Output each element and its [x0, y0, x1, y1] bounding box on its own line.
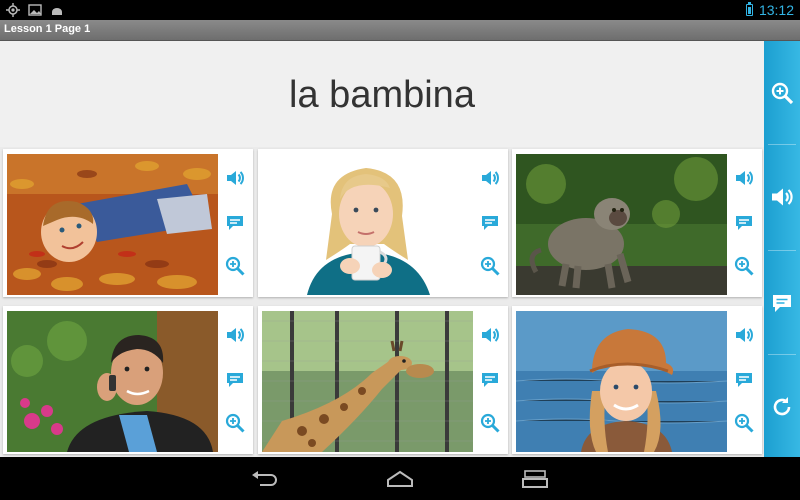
- card-actions: [218, 306, 253, 454]
- zoom-in-icon[interactable]: [479, 255, 501, 277]
- lesson-content: la bambina: [0, 41, 764, 457]
- gps-icon: [6, 3, 20, 17]
- side-divider: [768, 250, 796, 251]
- zoom-in-icon[interactable]: [733, 255, 755, 277]
- card-photo[interactable]: [516, 311, 727, 452]
- refresh-icon[interactable]: [769, 394, 795, 420]
- speaker-icon[interactable]: [733, 167, 755, 189]
- home-icon[interactable]: [385, 469, 415, 489]
- zoom-in-icon[interactable]: [769, 80, 795, 106]
- battery-charging-icon: [746, 2, 753, 16]
- card-actions: [473, 306, 508, 454]
- speech-bubble-icon[interactable]: [224, 212, 246, 234]
- side-divider: [768, 354, 796, 355]
- card-actions: [473, 149, 508, 297]
- word-header: la bambina: [0, 41, 764, 147]
- image-card-1[interactable]: [3, 149, 253, 297]
- picture-icon: [28, 4, 42, 16]
- side-toolbar: [764, 41, 800, 457]
- speech-bubble-icon[interactable]: [479, 369, 501, 391]
- card-actions: [727, 149, 762, 297]
- zoom-in-icon[interactable]: [479, 412, 501, 434]
- app-window: 13:12 Lesson 1 Page 1 la bambina: [0, 0, 800, 500]
- card-photo[interactable]: [7, 311, 218, 452]
- image-card-2[interactable]: [258, 149, 508, 297]
- zoom-in-icon[interactable]: [733, 412, 755, 434]
- card-photo[interactable]: [262, 311, 473, 452]
- image-card-5[interactable]: [258, 306, 508, 454]
- navigation-bar: [0, 457, 800, 500]
- vocabulary-word: la bambina: [289, 74, 475, 116]
- speech-bubble-icon[interactable]: [733, 369, 755, 391]
- status-bar: 13:12: [0, 0, 800, 20]
- recent-apps-icon[interactable]: [520, 469, 550, 489]
- card-photo[interactable]: [262, 154, 473, 295]
- speaker-icon[interactable]: [224, 324, 246, 346]
- speaker-icon[interactable]: [769, 184, 795, 210]
- speaker-icon[interactable]: [479, 167, 501, 189]
- speaker-icon[interactable]: [733, 324, 755, 346]
- speech-bubble-icon[interactable]: [769, 290, 795, 316]
- back-icon[interactable]: [250, 469, 280, 489]
- status-clock: 13:12: [758, 2, 794, 18]
- zoom-in-icon[interactable]: [224, 255, 246, 277]
- card-actions: [727, 306, 762, 454]
- speech-bubble-icon[interactable]: [733, 212, 755, 234]
- card-photo[interactable]: [7, 154, 218, 295]
- card-photo[interactable]: [516, 154, 727, 295]
- android-icon: [52, 8, 62, 15]
- page-title: Lesson 1 Page 1: [4, 23, 91, 35]
- image-card-6[interactable]: [512, 306, 762, 454]
- title-bar: Lesson 1 Page 1: [0, 20, 800, 41]
- zoom-in-icon[interactable]: [224, 412, 246, 434]
- image-card-4[interactable]: [3, 306, 253, 454]
- speech-bubble-icon[interactable]: [479, 212, 501, 234]
- speaker-icon[interactable]: [224, 167, 246, 189]
- card-actions: [218, 149, 253, 297]
- speech-bubble-icon[interactable]: [224, 369, 246, 391]
- side-divider: [768, 144, 796, 145]
- image-card-3[interactable]: [512, 149, 762, 297]
- speaker-icon[interactable]: [479, 324, 501, 346]
